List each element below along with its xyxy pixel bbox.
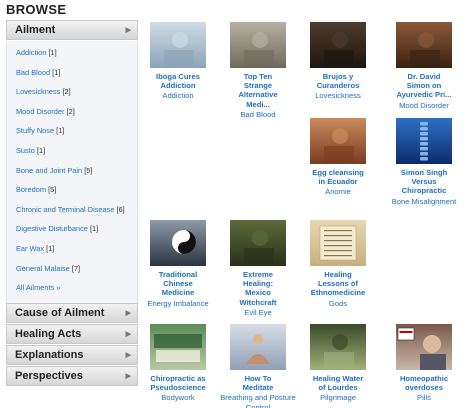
video-card[interactable]: Healing Lessons of Ethnomedicine Gods — [300, 220, 376, 308]
video-title-line: Chiropractic — [401, 186, 447, 196]
video-title-line: Witchcraft — [239, 297, 277, 307]
video-card[interactable]: Healing Water of Lourdes Pilgrimage — [300, 324, 376, 403]
video-category-link[interactable]: Anomie — [300, 187, 376, 196]
video-title-line: Healing Water — [312, 374, 364, 383]
video-thumbnail[interactable] — [310, 118, 366, 164]
video-category-link[interactable]: Pilgrimage — [300, 393, 376, 402]
video-title-link[interactable]: Homeopathic overdoses — [386, 374, 462, 392]
video-title-link[interactable]: Egg cleansing in Ecuador — [300, 168, 376, 186]
video-thumbnail[interactable] — [230, 324, 286, 370]
video-title-link[interactable]: Top Ten Strange Alternative Medi... — [220, 72, 296, 109]
video-card[interactable]: Traditional Chinese Medicine Energy Imbalan… — [140, 220, 216, 308]
video-category-link[interactable]: Evil Eye — [220, 308, 296, 317]
video-category-link[interactable]: Lovesickness — [300, 91, 376, 100]
video-title-link[interactable]: Brujos y Curanderos — [300, 72, 376, 90]
video-title-link[interactable]: Traditional Chinese Medicine — [140, 270, 216, 298]
video-title-line: Ethnomedicine — [310, 288, 366, 298]
video-title-line: Brujos y — [322, 72, 354, 81]
video-category-link[interactable]: Energy Imbalance — [140, 299, 216, 308]
video-category-link[interactable]: Addiction — [140, 91, 216, 100]
video-title-link[interactable]: Simon Singh Versus Chiropractic — [386, 168, 462, 196]
video-thumbnail[interactable] — [150, 324, 206, 370]
video-title-link[interactable]: How To Meditate — [220, 374, 296, 392]
video-title-link[interactable]: Healing Lessons of Ethnomedicine — [300, 270, 376, 298]
video-category-link[interactable]: Gods — [300, 299, 376, 308]
video-card[interactable]: Egg cleansing in Ecuador Anomie — [300, 118, 376, 197]
video-category-link[interactable]: Mood Disorder — [386, 101, 462, 110]
video-card[interactable]: Chiropractic as Pseudoscience Bodywork — [140, 324, 216, 403]
video-title-line: How To — [244, 374, 272, 383]
video-thumbnail[interactable] — [230, 220, 286, 266]
video-title-line: Egg cleansing — [312, 168, 364, 177]
video-category-link[interactable]: Breathing and Posture Control — [220, 393, 296, 408]
video-title-link[interactable]: Ibogа Cures Addiction — [140, 72, 216, 90]
video-title-line: Meditate — [242, 383, 274, 393]
video-card[interactable]: Homeopathic overdoses Pills — [386, 324, 462, 403]
video-thumbnail[interactable] — [150, 220, 206, 266]
video-thumbnail[interactable] — [396, 324, 452, 370]
video-category-link[interactable]: Bodywork — [140, 393, 216, 402]
video-title-line: Top Ten — [243, 72, 273, 81]
video-title-line: Simon on — [406, 81, 442, 91]
video-thumbnail[interactable] — [310, 324, 366, 370]
video-grid: Ibogа Cures Addiction Addiction Top Ten Stra… — [0, 0, 472, 408]
video-thumbnail[interactable] — [310, 220, 366, 266]
video-category-link[interactable]: Bone Misalignment — [386, 197, 462, 206]
video-title-line: Strange — [243, 81, 273, 91]
video-title-line: Mexico — [245, 288, 271, 298]
video-title-line: Versus — [411, 177, 437, 187]
video-thumbnail[interactable] — [310, 22, 366, 68]
video-title-line: Ayurvedic Pri... — [396, 90, 452, 100]
video-card[interactable]: How To Meditate Breathing and Posture Cont… — [220, 324, 296, 408]
video-card[interactable]: Simon Singh Versus Chiropractic Bone Misali… — [386, 118, 462, 206]
video-title-line: Medi... — [246, 99, 270, 109]
video-card[interactable]: Dr. David Simon on Ayurvedic Pri... Mood Di… — [386, 22, 462, 110]
video-title-line: Simon Singh — [400, 168, 448, 177]
video-category-link[interactable]: Bad Blood — [220, 110, 296, 119]
video-title-line: Pseudoscience — [150, 383, 206, 393]
video-card[interactable]: Brujos y Curanderos Lovesickness — [300, 22, 376, 101]
video-title-line: Chinese — [163, 279, 193, 289]
video-title-line: Homeopathic — [399, 374, 449, 383]
video-title-line: Curanderos — [316, 81, 360, 91]
video-thumbnail[interactable] — [150, 22, 206, 68]
video-title-line: of Lourdes — [318, 383, 358, 393]
video-title-link[interactable]: Extreme Healing: Mexico Witchcraft — [220, 270, 296, 307]
video-title-link[interactable]: Dr. David Simon on Ayurvedic Pri... — [386, 72, 462, 100]
video-card[interactable]: Extreme Healing: Mexico Witchcraft Evil Eye — [220, 220, 296, 317]
video-card[interactable]: Ibogа Cures Addiction Addiction — [140, 22, 216, 101]
video-title-line: overdoses — [405, 383, 443, 393]
video-title-line: Ibogа Cures — [156, 72, 200, 81]
video-title-line: Addiction — [160, 81, 196, 91]
video-title-line: Healing: — [243, 279, 273, 289]
video-title-line: Extreme — [243, 270, 273, 279]
video-title-line: Medicine — [161, 288, 195, 298]
video-title-line: Alternative — [238, 90, 278, 100]
video-title-line: Dr. David — [407, 72, 441, 81]
video-title-link[interactable]: Healing Water of Lourdes — [300, 374, 376, 392]
video-title-line: Chiropractic as — [150, 374, 206, 383]
video-category-link[interactable]: Pills — [386, 393, 462, 402]
video-title-line: Lessons of — [317, 279, 359, 289]
video-card[interactable]: Top Ten Strange Alternative Medi... Bad Bloo… — [220, 22, 296, 119]
video-title-line: Healing — [324, 270, 352, 279]
video-title-line: in Ecuador — [318, 177, 358, 187]
video-thumbnail[interactable] — [396, 118, 452, 164]
video-title-link[interactable]: Chiropractic as Pseudoscience — [140, 374, 216, 392]
video-title-line: Traditional — [158, 270, 198, 279]
video-thumbnail[interactable] — [396, 22, 452, 68]
video-thumbnail[interactable] — [230, 22, 286, 68]
